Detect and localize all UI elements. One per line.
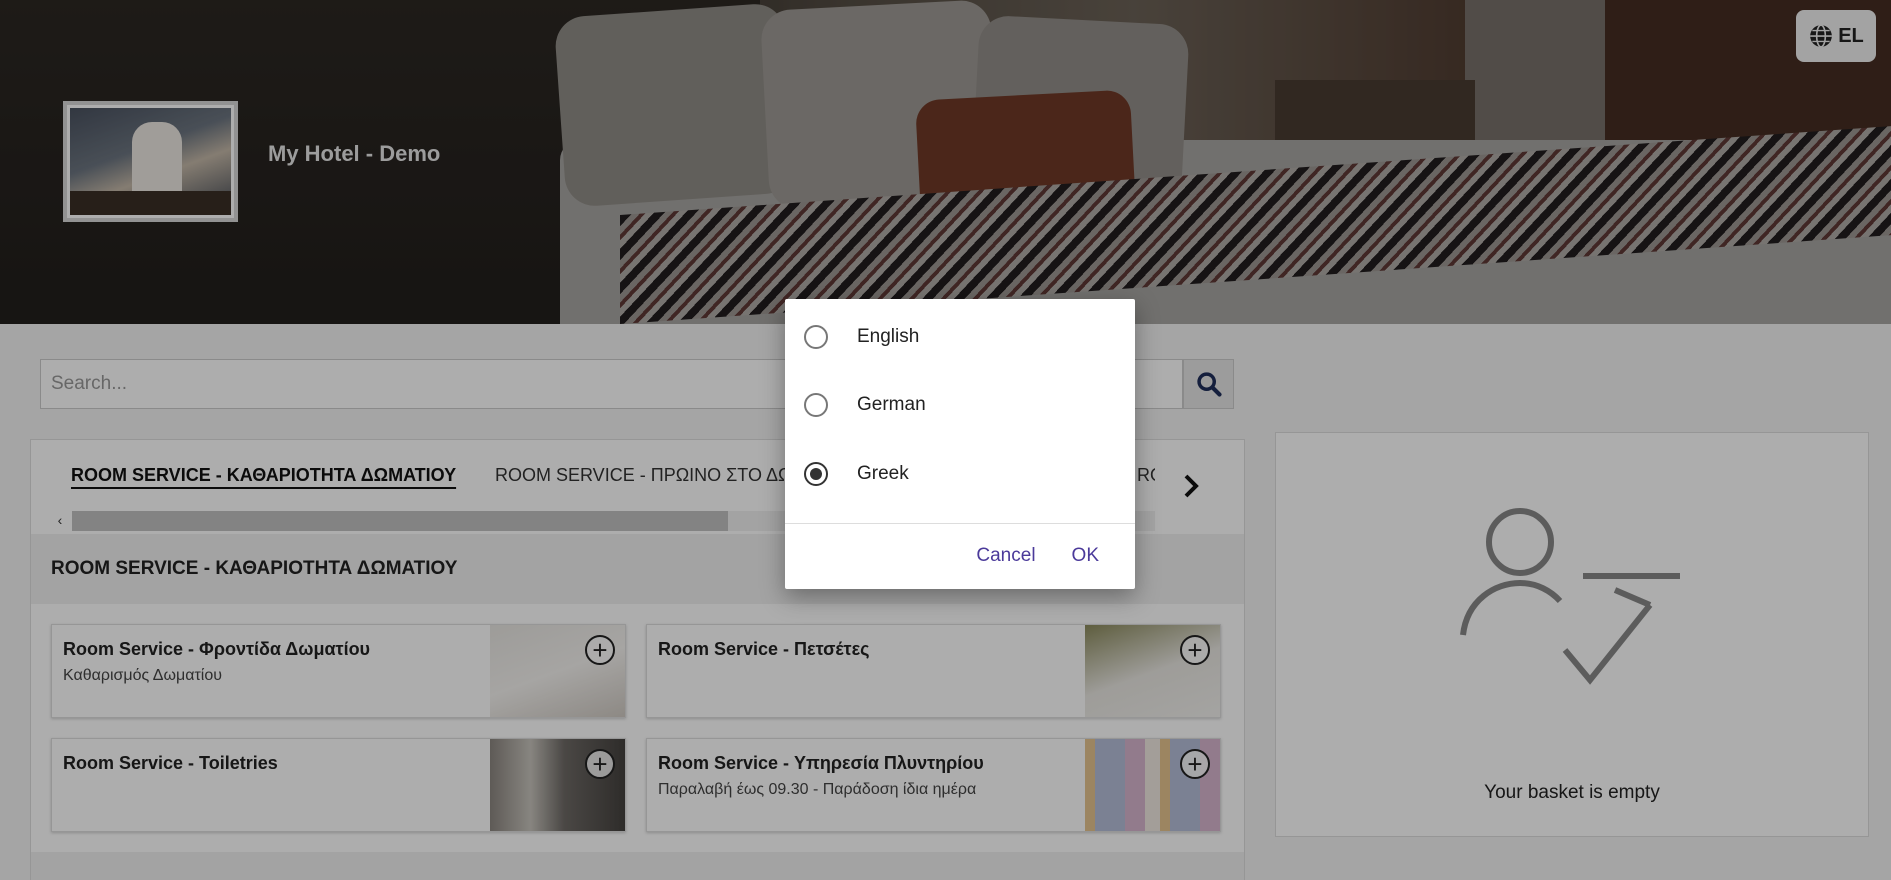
option-label: English <box>857 326 920 347</box>
radio-button[interactable] <box>804 325 828 349</box>
language-option-german[interactable]: German <box>804 385 1124 425</box>
cancel-button[interactable]: Cancel <box>976 545 1035 567</box>
radio-button-selected[interactable] <box>804 462 828 486</box>
language-option-greek[interactable]: Greek <box>804 454 1124 494</box>
option-label: German <box>857 394 926 415</box>
language-dialog: English German Greek Cancel OK <box>785 299 1135 589</box>
language-option-english[interactable]: English <box>804 317 1124 357</box>
radio-button[interactable] <box>804 393 828 417</box>
dialog-actions: Cancel OK <box>976 545 1099 567</box>
option-label: Greek <box>857 463 909 484</box>
ok-button[interactable]: OK <box>1072 545 1099 567</box>
dialog-divider <box>785 523 1135 524</box>
